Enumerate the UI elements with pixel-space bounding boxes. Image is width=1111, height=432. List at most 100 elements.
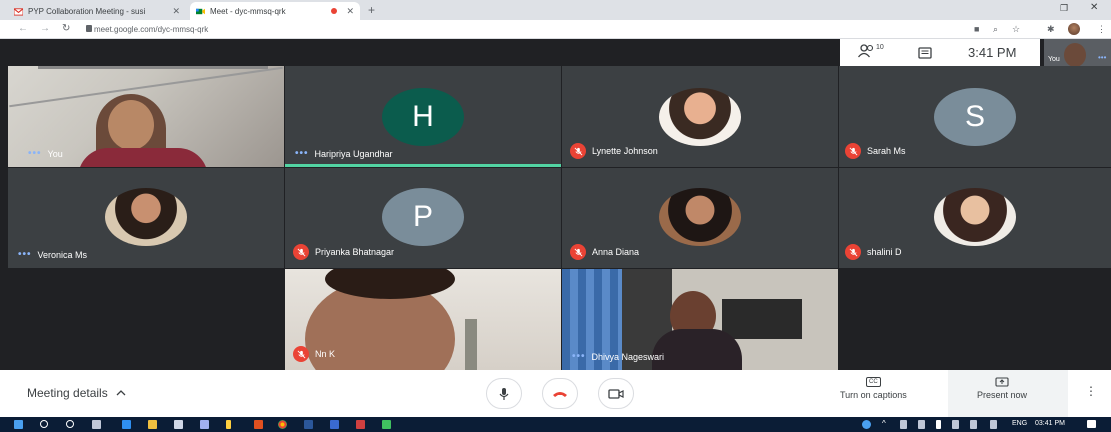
edge-icon[interactable] xyxy=(122,420,131,429)
closed-captions-icon: CC xyxy=(866,377,881,387)
tab-title: PYP Collaboration Meeting - susi xyxy=(28,6,146,16)
tray-chevron-up-icon[interactable]: ^ xyxy=(882,419,886,428)
tab-meet[interactable]: Meet - dyc-mmsq-qrk ✕ xyxy=(190,2,360,20)
meeting-info-panel: 10 3:41 PM xyxy=(840,39,1040,66)
more-options-icon[interactable]: ••• xyxy=(295,148,309,159)
gmail-icon xyxy=(14,7,23,16)
more-options-icon[interactable]: ••• xyxy=(18,249,32,260)
captions-label: Turn on captions xyxy=(840,390,907,400)
tray-icon[interactable] xyxy=(900,420,907,429)
office-icon[interactable] xyxy=(254,420,263,429)
participant-tile-anna[interactable]: Anna Diana xyxy=(562,168,838,268)
tray-icon[interactable] xyxy=(918,420,925,429)
reload-icon[interactable]: ↻ xyxy=(62,23,70,34)
participant-name: Priyanka Bhatnagar xyxy=(293,244,394,260)
meeting-details-button[interactable]: Meeting details xyxy=(27,386,126,400)
camera-icon xyxy=(608,388,624,399)
language-indicator[interactable]: ENG xyxy=(1012,420,1027,427)
microphone-button[interactable] xyxy=(486,378,522,409)
participant-count: 10 xyxy=(876,44,884,51)
task-view-icon[interactable] xyxy=(92,420,101,429)
avatar xyxy=(934,188,1016,246)
windows-start-icon[interactable] xyxy=(14,420,23,429)
chat-icon[interactable] xyxy=(918,47,932,59)
volume-icon[interactable] xyxy=(990,420,997,429)
leave-call-button[interactable] xyxy=(542,378,578,409)
participant-tile-nn-k[interactable]: Nn K xyxy=(285,269,561,370)
camera-in-use-icon[interactable]: ■ xyxy=(974,24,979,34)
profile-avatar[interactable] xyxy=(1068,23,1080,35)
more-options-icon[interactable]: ••• xyxy=(572,351,586,362)
more-options-icon[interactable]: ••• xyxy=(28,148,42,159)
participant-name: ••• Haripriya Ugandhar xyxy=(295,148,393,159)
file-explorer-icon[interactable] xyxy=(148,420,157,429)
participant-name: Lynette Johnson xyxy=(570,143,658,159)
more-options-icon[interactable]: ••• xyxy=(1098,53,1106,62)
battery-icon[interactable] xyxy=(936,420,941,429)
meet-icon xyxy=(196,8,205,14)
participant-tile-shalini[interactable]: shalini D xyxy=(839,168,1111,268)
search-icon[interactable] xyxy=(40,420,48,428)
system-tray-icon[interactable] xyxy=(862,420,871,429)
meeting-clock: 3:41 PM xyxy=(968,45,1017,60)
meeting-details-label: Meeting details xyxy=(27,386,108,400)
url-field[interactable]: meet.google.com/dyc-mmsq-qrk xyxy=(94,25,208,34)
participant-name: ••• Veronica Ms xyxy=(18,249,88,260)
avatar: S xyxy=(934,88,1016,146)
tray-icon[interactable] xyxy=(952,420,959,429)
camera-button[interactable] xyxy=(598,378,634,409)
cortana-icon[interactable] xyxy=(66,420,74,428)
captions-button[interactable]: CC Turn on captions xyxy=(840,377,907,400)
app-icon[interactable] xyxy=(356,420,365,429)
mic-off-icon xyxy=(845,143,861,159)
browser-menu-icon[interactable]: ⋮ xyxy=(1097,24,1106,35)
app-icon[interactable] xyxy=(382,420,391,429)
bookmark-star-icon[interactable]: ☆ xyxy=(1012,24,1020,35)
store-icon[interactable] xyxy=(174,420,183,429)
avatar: P xyxy=(382,188,464,246)
participant-tile-lynette[interactable]: Lynette Johnson xyxy=(562,66,838,167)
mic-off-icon xyxy=(293,244,309,260)
participant-tile-veronica[interactable]: ••• Veronica Ms xyxy=(8,168,284,268)
lock-icon xyxy=(86,25,92,32)
back-icon[interactable]: ← xyxy=(18,23,28,34)
participant-name: shalini D xyxy=(845,244,902,260)
tab-close-icon[interactable]: ✕ xyxy=(172,6,180,17)
present-screen-icon xyxy=(995,377,1009,387)
participant-tile-haripriya[interactable]: H ••• Haripriya Ugandhar xyxy=(285,66,561,167)
participant-name: Nn K xyxy=(293,346,335,362)
mic-off-icon xyxy=(845,244,861,260)
chrome-icon[interactable] xyxy=(278,420,287,429)
participant-name: ••• Dhivya Nageswari xyxy=(572,351,665,362)
app-icon[interactable] xyxy=(200,420,209,429)
extensions-icon[interactable]: ✱ xyxy=(1047,24,1055,35)
participant-tile-priyanka[interactable]: P Priyanka Bhatnagar xyxy=(285,168,561,268)
self-view-thumbnail[interactable]: You ••• xyxy=(1044,39,1111,66)
speaking-indicator xyxy=(285,164,561,167)
new-tab-button[interactable]: + xyxy=(368,3,375,17)
present-now-button[interactable]: Present now xyxy=(977,377,1027,400)
mic-off-icon xyxy=(570,143,586,159)
avatar xyxy=(659,188,741,246)
taskbar-clock[interactable]: 03:41 PM xyxy=(1035,420,1065,427)
app-icon[interactable] xyxy=(330,420,339,429)
hang-up-icon xyxy=(553,391,567,397)
window-close-button[interactable]: ✕ xyxy=(1090,2,1098,13)
more-options-icon[interactable]: ⋮ xyxy=(1085,384,1097,398)
tab-close-icon[interactable]: ✕ xyxy=(346,6,354,17)
forward-icon[interactable]: → xyxy=(40,23,50,34)
participant-tile-sarah[interactable]: S Sarah Ms xyxy=(839,66,1111,167)
tab-gmail[interactable]: PYP Collaboration Meeting - susi ✕ xyxy=(8,2,186,20)
participant-name: Sarah Ms xyxy=(845,143,906,159)
notifications-icon[interactable] xyxy=(1087,420,1096,428)
app-icon[interactable] xyxy=(226,420,231,429)
meeting-stage: ••• You H ••• Haripriya Ugandhar Lynette J… xyxy=(0,39,1111,370)
word-icon[interactable] xyxy=(304,420,313,429)
wifi-icon[interactable] xyxy=(970,420,977,429)
participant-tile-dhivya[interactable]: ••• Dhivya Nageswari xyxy=(562,269,838,370)
participants-button[interactable]: 10 xyxy=(858,44,884,58)
participant-tile-you[interactable]: ••• You xyxy=(8,66,284,167)
zoom-icon[interactable]: ⌕ xyxy=(993,24,998,35)
window-restore-button[interactable]: ❐ xyxy=(1060,3,1068,14)
self-view-label: You xyxy=(1048,56,1060,63)
